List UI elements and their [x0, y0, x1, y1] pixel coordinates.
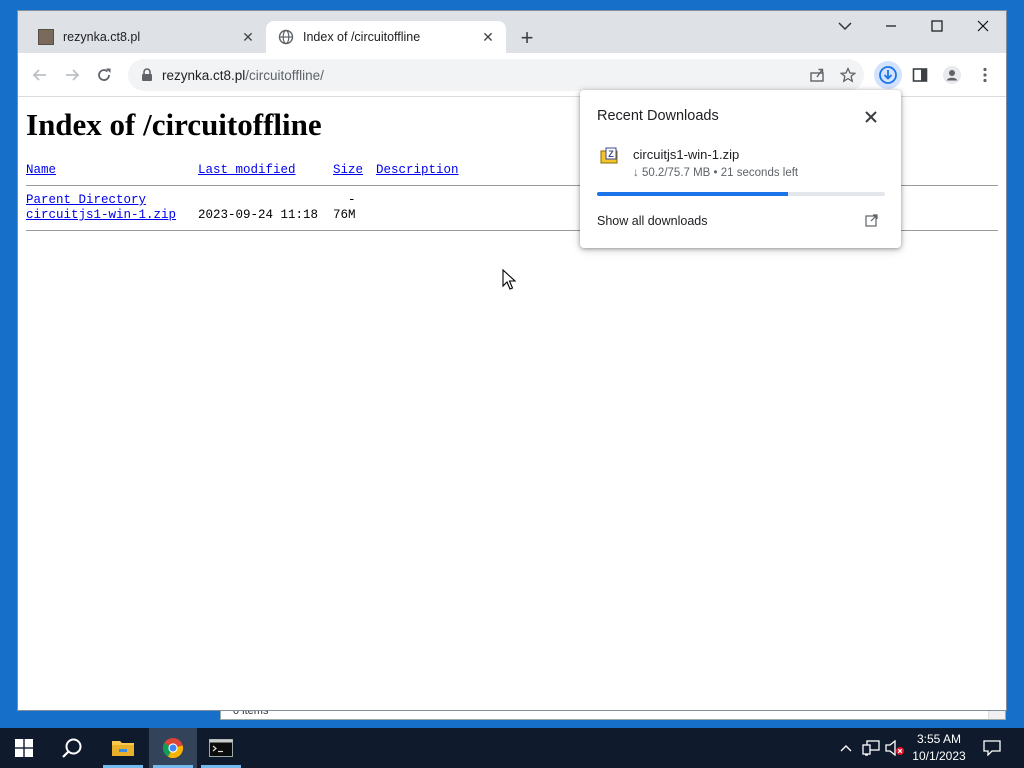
download-progress-bar — [597, 192, 885, 196]
open-external-icon[interactable] — [865, 214, 879, 228]
side-panel-icon[interactable] — [906, 61, 934, 89]
download-status: ↓ 50.2/75.7 MB • 21 seconds left — [633, 167, 799, 179]
file-link[interactable]: circuitjs1-win-1.zip — [26, 208, 176, 222]
mouse-cursor-icon — [502, 268, 517, 291]
tab-title: rezynka.ct8.pl — [63, 30, 141, 44]
bookmark-star-icon[interactable] — [834, 61, 862, 89]
tab-index-circuitoffline[interactable]: Index of /circuitoffline ✕ — [266, 21, 506, 53]
show-all-downloads-link[interactable]: Show all downloads — [597, 214, 708, 228]
row-size: 76M — [333, 208, 356, 222]
new-tab-button[interactable]: + — [514, 25, 540, 51]
taskbar: 3:55 AM 10/1/2023 — [0, 728, 1024, 768]
svg-text:Z: Z — [608, 149, 614, 159]
address-bar[interactable]: rezynka.ct8.pl/circuitoffline/ — [128, 59, 864, 91]
forward-button[interactable] — [58, 61, 86, 89]
menu-dots-icon[interactable] — [971, 61, 999, 89]
volume-muted-icon[interactable] — [884, 728, 906, 768]
address-path: /circuitoffline/ — [245, 67, 324, 83]
download-progress-fill — [597, 192, 788, 196]
clock-date: 10/1/2023 — [912, 749, 966, 763]
column-size-link[interactable]: Size — [333, 163, 363, 177]
download-file-name[interactable]: circuitjs1-win-1.zip — [633, 147, 739, 162]
notifications-icon[interactable] — [976, 728, 1008, 768]
column-last-modified-link[interactable]: Last modified — [198, 163, 296, 177]
close-window-button[interactable] — [960, 11, 1006, 41]
tab-title: Index of /circuitoffline — [303, 30, 421, 44]
tab-strip: rezynka.ct8.pl ✕ Index of /circuitofflin… — [18, 11, 1006, 53]
tab-close-icon[interactable]: ✕ — [480, 29, 496, 45]
downloads-bubble: Recent Downloads Z circuitjs1-win-1.zip … — [580, 90, 901, 248]
chrome-icon[interactable] — [149, 728, 197, 768]
show-hidden-icons-chevron-icon[interactable] — [836, 728, 856, 768]
globe-icon — [278, 29, 294, 45]
parent-directory-link[interactable]: Parent Directory — [26, 193, 146, 207]
row-size: - — [348, 193, 356, 207]
start-windows-icon[interactable] — [0, 728, 48, 768]
tab-search-chevron-icon[interactable] — [822, 11, 868, 41]
page-title: Index of /circuitoffline — [26, 107, 322, 142]
row-modified: 2023-09-24 11:18 — [198, 208, 319, 222]
column-name-link[interactable]: Name — [26, 163, 56, 177]
terminal-icon[interactable] — [197, 728, 245, 768]
reload-button[interactable] — [90, 61, 118, 89]
maximize-button[interactable] — [914, 11, 960, 41]
tab-rezynka[interactable]: rezynka.ct8.pl ✕ — [26, 21, 266, 53]
close-downloads-icon[interactable] — [862, 108, 880, 126]
lock-icon[interactable] — [140, 67, 154, 83]
page-scrollbar[interactable] — [1004, 97, 1006, 567]
downloads-button[interactable] — [874, 61, 902, 89]
search-icon[interactable] — [48, 728, 96, 768]
minimize-button[interactable] — [868, 11, 914, 41]
site-favicon — [38, 29, 54, 45]
share-icon[interactable] — [803, 61, 831, 89]
downloads-title: Recent Downloads — [597, 108, 719, 124]
back-button[interactable] — [26, 61, 54, 89]
file-explorer-folder-icon[interactable] — [99, 728, 147, 768]
network-icon[interactable] — [860, 728, 882, 768]
address-host: rezynka.ct8.pl — [162, 67, 246, 83]
tab-close-icon[interactable]: ✕ — [240, 29, 256, 45]
taskbar-clock[interactable]: 3:55 AM 10/1/2023 — [906, 731, 972, 765]
column-description-link[interactable]: Description — [376, 163, 459, 177]
address-url: rezynka.ct8.pl/circuitoffline/ — [162, 68, 324, 83]
clock-time: 3:55 AM — [916, 732, 962, 746]
zip-file-icon: Z — [600, 147, 618, 165]
profile-avatar-icon[interactable] — [938, 61, 966, 89]
